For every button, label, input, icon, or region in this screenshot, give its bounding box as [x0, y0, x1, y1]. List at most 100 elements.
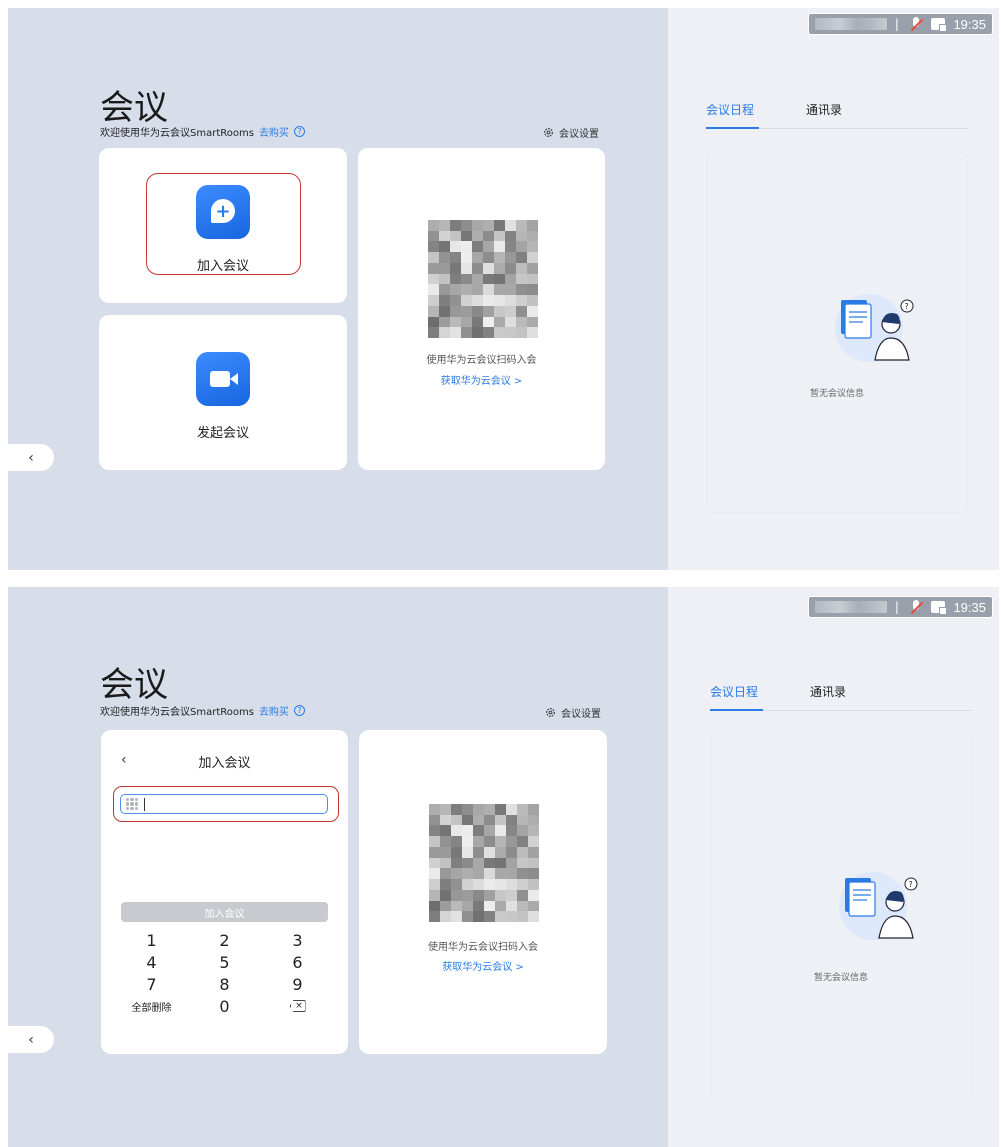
buy-link[interactable]: 去购买: [259, 703, 289, 718]
qr-cell: [494, 262, 505, 274]
qr-cell: [516, 284, 527, 296]
key-5[interactable]: 5: [188, 952, 261, 972]
buy-link[interactable]: 去购买: [259, 124, 289, 139]
qr-cell: [440, 911, 451, 922]
device-name-redacted: [815, 601, 887, 613]
collapse-sidebar-button[interactable]: ‹: [8, 1026, 54, 1053]
meeting-settings-button[interactable]: 会议设置: [543, 125, 599, 140]
qr-cell: [483, 273, 494, 285]
qr-cell: [440, 900, 451, 912]
qr-cell: [472, 241, 483, 253]
tab-contacts[interactable]: 通讯录: [810, 683, 846, 700]
qr-cell: [451, 804, 462, 815]
start-meeting-card[interactable]: 发起会议: [99, 315, 347, 470]
qr-cell: [451, 889, 462, 901]
qr-cell: [483, 262, 494, 274]
qr-cell: [505, 284, 516, 296]
key-7[interactable]: 7: [115, 974, 188, 994]
key-1[interactable]: 1: [115, 930, 188, 950]
qr-cell: [440, 836, 451, 847]
qr-cell: [527, 230, 538, 242]
qr-cell: [461, 252, 472, 263]
qr-cell: [439, 284, 450, 296]
get-app-link[interactable]: 获取华为云会议 >: [358, 372, 605, 387]
help-icon[interactable]: ?: [293, 705, 305, 716]
qr-cell: [450, 316, 461, 328]
qr-cell: [527, 252, 538, 263]
qr-cell: [450, 273, 461, 285]
qr-cell: [505, 316, 516, 328]
meeting-id-field[interactable]: [145, 797, 295, 811]
qr-cell: [516, 273, 527, 285]
qr-cell: [483, 305, 494, 317]
qr-cell: [516, 327, 527, 338]
key-4[interactable]: 4: [115, 952, 188, 972]
separator: |: [894, 600, 899, 614]
qr-cell: [505, 273, 516, 285]
key-0[interactable]: 0: [188, 996, 261, 1016]
qr-cell: [473, 825, 484, 837]
collapse-sidebar-button[interactable]: ‹: [8, 444, 54, 471]
qr-cell: [450, 305, 461, 317]
qr-cell: [473, 846, 484, 858]
qr-cell: [429, 889, 440, 901]
qr-cell: [451, 836, 462, 847]
key-6[interactable]: 6: [261, 952, 334, 972]
key-8[interactable]: 8: [188, 974, 261, 994]
qr-cell: [495, 889, 506, 901]
qr-cell: [517, 879, 528, 890]
join-meeting-card[interactable]: + 加入会议: [99, 148, 347, 303]
qr-cell: [505, 252, 516, 263]
qr-cell: [506, 804, 517, 815]
qr-cell: [450, 284, 461, 296]
get-app-link[interactable]: 获取华为云会议 >: [359, 958, 607, 973]
qr-cell: [439, 327, 450, 338]
qr-cell: [506, 857, 517, 869]
status-bar: | 19:35: [808, 596, 993, 618]
qr-cell: [451, 857, 462, 869]
backspace-key[interactable]: ×: [261, 996, 334, 1016]
qr-cell: [451, 900, 462, 912]
qr-cell: [473, 814, 484, 826]
qr-cell: [528, 879, 539, 890]
join-submit-button[interactable]: 加入会议: [121, 902, 328, 922]
key-9[interactable]: 9: [261, 974, 334, 994]
welcome-line: 欢迎使用华为云会议SmartRooms 去购买 ?: [100, 124, 305, 139]
meeting-settings-button[interactable]: 会议设置: [545, 705, 601, 720]
tab-schedule[interactable]: 会议日程: [706, 101, 754, 118]
qr-cell: [483, 220, 494, 231]
numeric-keypad: 1 2 3 4 5 6 7 8 9 全部删除 0 ×: [115, 930, 334, 1016]
qr-cell: [428, 327, 439, 338]
qr-cell: [429, 879, 440, 890]
qr-cell: [472, 273, 483, 285]
key-3[interactable]: 3: [261, 930, 334, 950]
qr-cell: [472, 262, 483, 274]
tab-contacts[interactable]: 通讯录: [806, 101, 842, 118]
qr-cell: [516, 241, 527, 253]
qr-cell: [495, 836, 506, 847]
qr-cell: [461, 284, 472, 296]
qr-cell: [483, 230, 494, 242]
qr-cell: [450, 327, 461, 338]
meeting-id-input[interactable]: [120, 794, 328, 814]
sidebar-tabs: 会议日程 通讯录: [706, 101, 968, 129]
page-title: 会议: [100, 88, 168, 128]
qr-cell: [439, 305, 450, 317]
gear-icon: [544, 128, 553, 137]
join-meeting-icon: +: [196, 185, 250, 239]
key-2[interactable]: 2: [188, 930, 261, 950]
svg-text:?: ?: [905, 302, 909, 311]
schedule-list: ? 暂无会议信息: [706, 153, 968, 513]
settings-label: 会议设置: [559, 129, 599, 140]
qr-cell: [516, 220, 527, 231]
qr-cell: [462, 889, 473, 901]
qr-cell: [528, 836, 539, 847]
tab-schedule[interactable]: 会议日程: [710, 683, 758, 700]
help-icon[interactable]: ?: [293, 126, 305, 137]
qr-cell: [440, 857, 451, 869]
qr-cell: [462, 857, 473, 869]
qr-cell: [483, 284, 494, 296]
clear-all-key[interactable]: 全部删除: [115, 996, 188, 1016]
qr-cell: [506, 825, 517, 837]
qr-cell: [527, 262, 538, 274]
